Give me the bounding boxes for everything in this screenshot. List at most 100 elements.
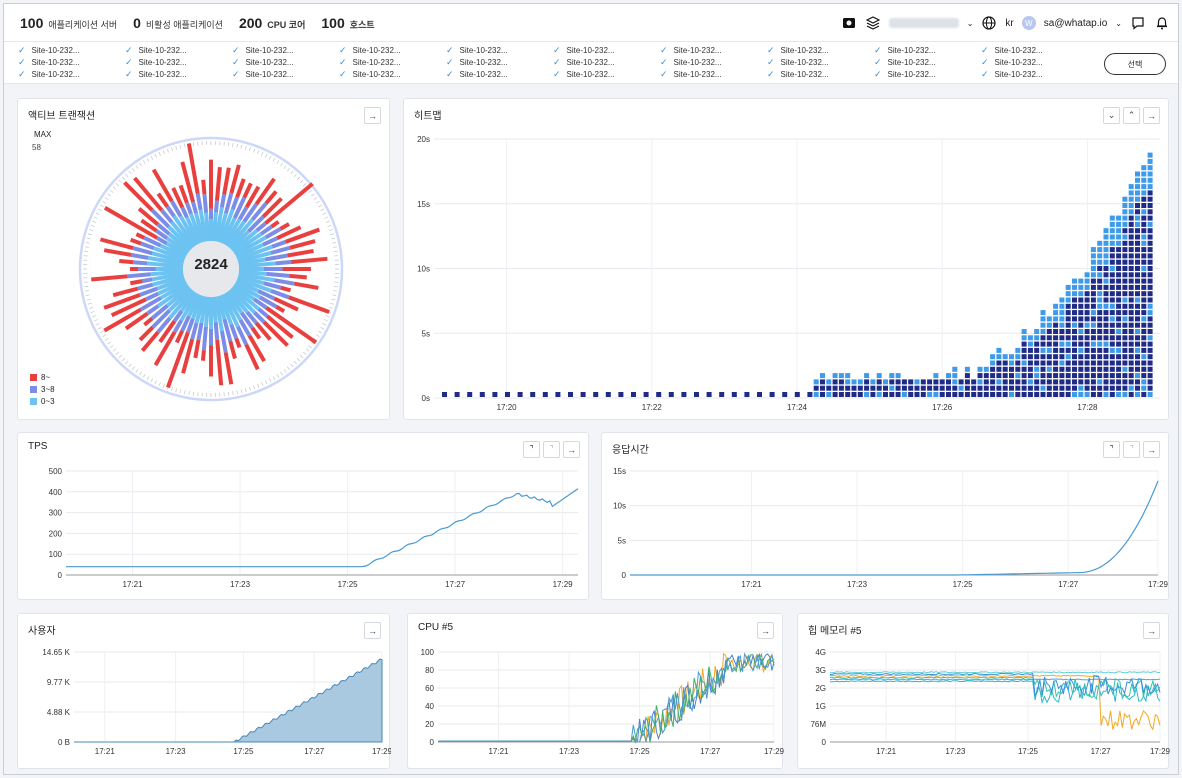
agent-item[interactable]: ✓ Site-10-232... (232, 56, 339, 68)
bell-icon[interactable] (1154, 15, 1170, 31)
heatmap-cell (1072, 347, 1077, 353)
agent-item[interactable]: ✓ Site-10-232... (18, 44, 125, 56)
language-label[interactable]: kr (1005, 18, 1013, 29)
heatmap-cell (1084, 373, 1090, 379)
agent-item[interactable]: ✓ Site-10-232... (660, 56, 767, 68)
agent-item[interactable]: ✓ Site-10-232... (232, 68, 339, 80)
heatmap-cell (1097, 329, 1103, 334)
select-button[interactable]: 선택 (1104, 53, 1166, 75)
agent-item[interactable]: ✓ Site-10-232... (125, 68, 232, 80)
heatmap-cell (1046, 322, 1052, 328)
heatmap-cell (1097, 335, 1103, 341)
heatmap-cell (1090, 373, 1096, 379)
heatmap-cell (1072, 373, 1077, 379)
radial-bar (219, 330, 228, 353)
heatmap-cell (983, 385, 989, 391)
heatmap-cell (618, 392, 624, 397)
radial-bar (280, 285, 292, 293)
radial-bar (130, 252, 149, 260)
agent-item[interactable]: ✓ Site-10-232... (660, 44, 767, 56)
globe-icon[interactable] (981, 15, 997, 31)
chevron-down-icon[interactable]: ⌄ (1115, 19, 1122, 28)
agent-item[interactable]: ✓ Site-10-232... (767, 68, 874, 80)
agent-item[interactable]: ✓ Site-10-232... (232, 44, 339, 56)
agent-item[interactable]: ✓ Site-10-232... (874, 68, 981, 80)
agent-item[interactable]: ✓ Site-10-232... (125, 56, 232, 68)
heatmap-cell (1116, 240, 1122, 246)
heatmap-cell (1084, 392, 1090, 397)
heatmap-cell (1109, 341, 1115, 347)
camera-icon[interactable] (841, 15, 857, 31)
agent-item[interactable]: ✓ Site-10-232... (125, 44, 232, 56)
ring-tick (287, 167, 291, 172)
agent-item[interactable]: ✓ Site-10-232... (660, 68, 767, 80)
chevron-down-icon[interactable]: ⌄ (967, 19, 974, 28)
message-icon[interactable] (1130, 15, 1146, 31)
ring-tick (150, 155, 154, 160)
heatmap-cell (1128, 266, 1134, 271)
heatmap-cell (1090, 272, 1096, 278)
heatmap-cell (1072, 366, 1077, 372)
heatmap-cell (1147, 247, 1153, 253)
agent-item[interactable]: ✓ Site-10-232... (553, 44, 660, 56)
heatmap-cell (1141, 335, 1147, 341)
heatmap-cell (1135, 385, 1140, 391)
agent-item[interactable]: ✓ Site-10-232... (874, 44, 981, 56)
ring-tick (308, 345, 313, 349)
cpu-panel: CPU #5 → 100 80 60 40 20 0 17:21 17:23 17:25 17:2… (407, 613, 784, 769)
heatmap-cell (1122, 335, 1128, 341)
heatmap-cell (1122, 215, 1128, 221)
project-selector[interactable] (888, 18, 959, 28)
agent-item[interactable]: ✓ Site-10-232... (339, 56, 446, 68)
agent-item[interactable]: ✓ Site-10-232... (18, 56, 125, 68)
heatmap-cell (1040, 366, 1046, 372)
top-bar: 100 애플리케이션 서버 0 비활성 애플리케이션 200 CPU 코어 10… (4, 4, 1178, 42)
agent-item[interactable]: ✓ Site-10-232... (767, 44, 874, 56)
stat-value: 100 (20, 14, 44, 31)
heatmap-cell (1147, 379, 1153, 385)
agent-item[interactable]: ✓ Site-10-232... (874, 56, 981, 68)
heatmap-cell (1116, 347, 1122, 353)
radial-bar (230, 196, 239, 211)
tps-panel: TPS ⌝ ⌝ → 500 400 300 200 100 0 17:21 17:23 17:2… (17, 432, 589, 600)
heatmap-cell (1122, 221, 1128, 227)
heatmap-cell (1147, 360, 1153, 366)
agent-item[interactable]: ✓ Site-10-232... (446, 68, 553, 80)
heatmap-cell (1097, 360, 1103, 366)
agent-item[interactable]: ✓ Site-10-232... (553, 68, 660, 80)
heatmap-cell (1135, 354, 1140, 360)
heatmap-cell (568, 392, 573, 397)
layers-icon[interactable] (865, 15, 881, 31)
agent-item[interactable]: ✓ Site-10-232... (981, 68, 1088, 80)
agent-item[interactable]: ✓ Site-10-232... (339, 68, 446, 80)
ring-tick (84, 250, 89, 253)
heatmap-cell (1084, 310, 1090, 316)
radial-bar (133, 260, 148, 266)
heatmap-cell (782, 392, 788, 397)
agent-item[interactable]: ✓ Site-10-232... (339, 44, 446, 56)
legend-label: 0~3 (41, 396, 55, 406)
heatmap-cell (1040, 329, 1046, 334)
heatmap-cell (1059, 303, 1065, 309)
agent-item[interactable]: ✓ Site-10-232... (446, 44, 553, 56)
heatmap-cell (1122, 322, 1128, 328)
user-email[interactable]: sa@whatap.io (1044, 18, 1108, 29)
agent-item[interactable]: ✓ Site-10-232... (981, 44, 1088, 56)
x-tick-label: 17:25 (338, 580, 359, 589)
heatmap-cell (983, 366, 989, 372)
agent-item[interactable]: ✓ Site-10-232... (981, 56, 1088, 68)
heatmap-cell (914, 379, 920, 385)
heatmap-cell (1128, 196, 1134, 202)
heatmap-cell (952, 366, 958, 372)
agent-item[interactable]: ✓ Site-10-232... (767, 56, 874, 68)
heatmap-cell (1109, 215, 1115, 221)
agent-item[interactable]: ✓ Site-10-232... (446, 56, 553, 68)
agent-item[interactable]: ✓ Site-10-232... (18, 68, 125, 80)
heatmap-cell (1078, 392, 1084, 397)
ring-tick (102, 334, 107, 338)
heatmap-cell (901, 385, 907, 391)
agent-item[interactable]: ✓ Site-10-232... (553, 56, 660, 68)
ring-tick (102, 200, 107, 204)
check-icon: ✓ (232, 44, 240, 55)
heatmap-cell (1128, 341, 1134, 347)
